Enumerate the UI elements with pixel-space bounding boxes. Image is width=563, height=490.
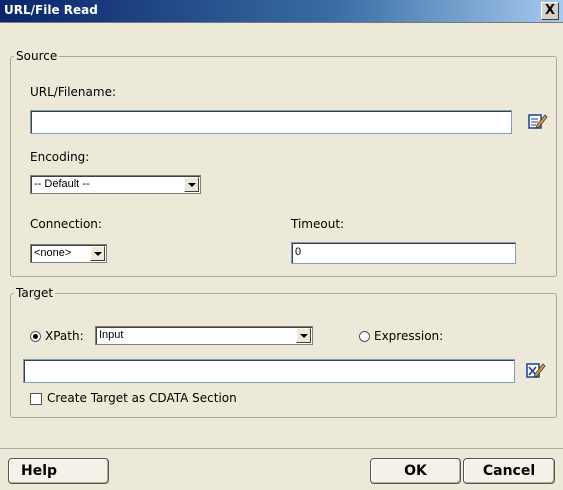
url-input[interactable] [30, 110, 512, 134]
expression-editor-icon[interactable] [526, 361, 546, 379]
help-button[interactable]: Help [8, 458, 109, 484]
cdata-label: Create Target as CDATA Section [47, 391, 237, 405]
connection-select[interactable]: <none> [30, 244, 107, 263]
timeout-input[interactable]: 0 [291, 242, 516, 264]
close-button[interactable]: X [541, 2, 559, 20]
encoding-label: Encoding: [30, 150, 90, 164]
xpath-radio[interactable] [30, 331, 41, 342]
window-title: URL/File Read [4, 3, 98, 17]
xpath-value: Input [99, 329, 124, 341]
encoding-value: -- Default -- [34, 178, 90, 190]
source-legend: Source [16, 49, 58, 63]
connection-value: <none> [34, 247, 72, 259]
close-icon: X [544, 3, 556, 18]
url-label: URL/Filename: [30, 85, 117, 99]
edit-pencil-icon[interactable] [528, 112, 548, 130]
chevron-down-icon[interactable] [90, 246, 105, 261]
ok-button[interactable]: OK [370, 458, 461, 484]
cdata-checkbox[interactable] [30, 393, 42, 405]
timeout-label: Timeout: [291, 217, 345, 231]
chevron-down-icon[interactable] [184, 177, 199, 192]
title-bar: URL/File Read X [0, 0, 563, 23]
connection-label: Connection: [30, 217, 102, 231]
ok-button-label: OK [404, 463, 427, 479]
target-legend: Target [16, 286, 54, 300]
radio-selected-dot [33, 334, 38, 339]
cancel-button[interactable]: Cancel [463, 458, 555, 484]
cancel-button-label: Cancel [482, 463, 536, 479]
expression-input[interactable] [23, 359, 515, 383]
xpath-select[interactable]: Input [95, 326, 313, 345]
help-button-label: Help [21, 463, 58, 479]
expression-radio[interactable] [359, 331, 370, 342]
xpath-label: XPath: [45, 329, 84, 343]
chevron-down-icon[interactable] [296, 328, 311, 343]
footer-separator [0, 448, 563, 449]
expression-label: Expression: [374, 329, 444, 343]
encoding-select[interactable]: -- Default -- [30, 175, 201, 194]
